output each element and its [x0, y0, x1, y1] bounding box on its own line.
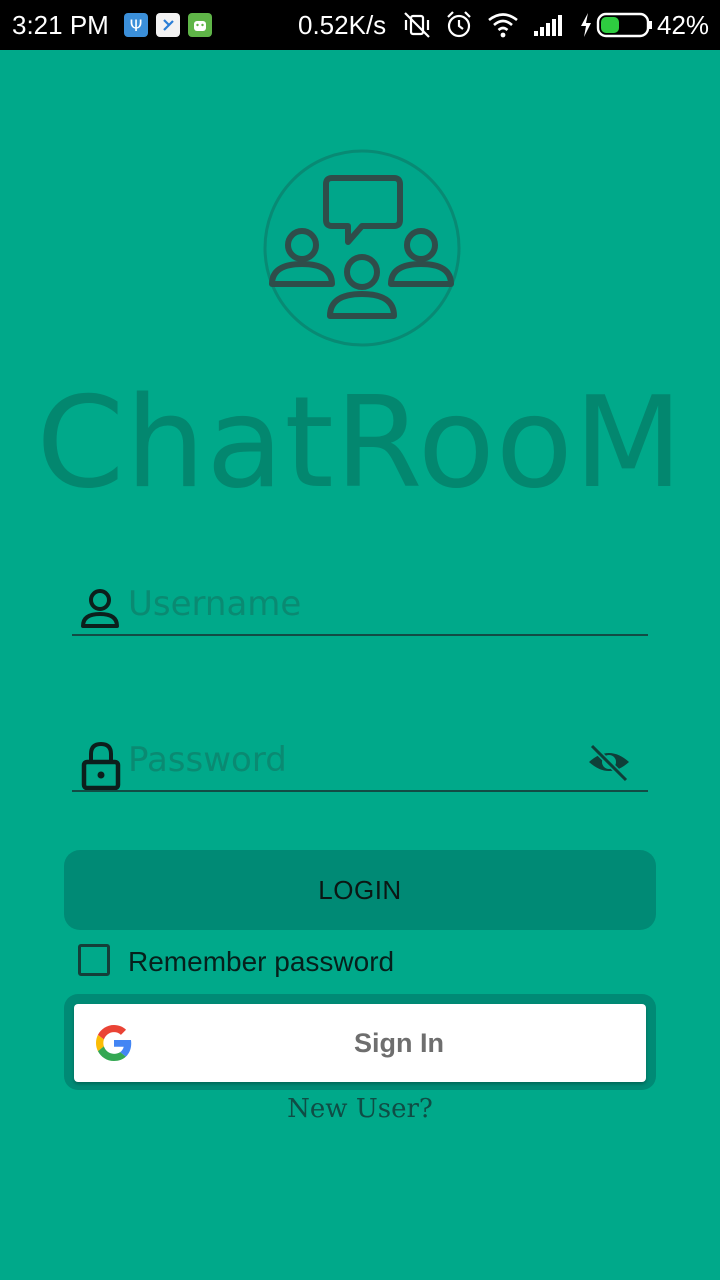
username-field[interactable] — [72, 574, 648, 636]
vibrate-off-icon — [402, 9, 432, 46]
chat-group-icon — [262, 148, 462, 348]
wifi-icon — [486, 9, 520, 46]
password-input[interactable] — [126, 736, 570, 784]
app-title: ChatRooM — [36, 369, 684, 516]
google-signin-label: Sign In — [354, 1028, 444, 1058]
username-input[interactable] — [126, 580, 570, 628]
alarm-icon — [444, 9, 474, 46]
messenger-icon — [156, 13, 180, 37]
network-speed: 0.52K/s — [298, 10, 387, 40]
remember-password-label: Remember password — [128, 946, 395, 977]
cell-signal-icon — [532, 9, 566, 46]
login-button[interactable]: LOGIN — [64, 850, 656, 930]
charging-icon — [578, 9, 594, 46]
google-signin-button[interactable]: Sign In — [74, 1004, 646, 1082]
battery-icon — [596, 12, 654, 43]
password-field[interactable] — [72, 730, 648, 792]
status-bar: 3:21 PM Ψ 0.52K/s 42% — [0, 0, 720, 50]
visibility-off-icon[interactable] — [586, 742, 632, 787]
remember-password-checkbox[interactable] — [78, 944, 110, 976]
svg-text:Ψ: Ψ — [130, 16, 143, 35]
android-debug-icon — [188, 13, 212, 37]
lock-icon — [80, 740, 122, 795]
google-signin-container: Sign In — [64, 994, 656, 1090]
status-time: 3:21 PM — [12, 10, 109, 40]
new-user-link[interactable]: New User? — [0, 1094, 720, 1124]
person-icon — [80, 586, 120, 635]
usb-icon: Ψ — [124, 13, 148, 37]
battery-percent: 42% — [657, 10, 710, 40]
